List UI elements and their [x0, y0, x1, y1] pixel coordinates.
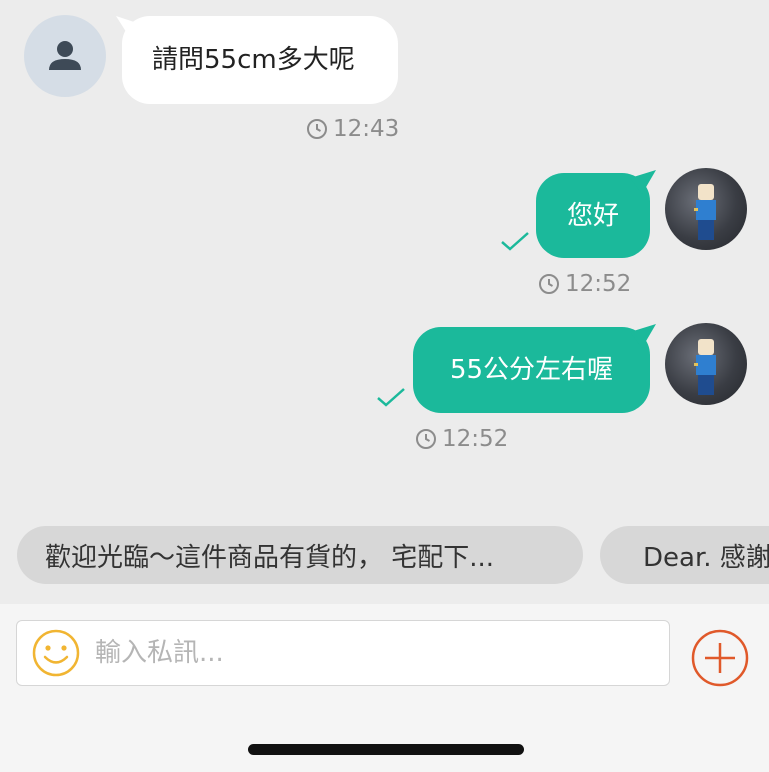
bubble-tail [630, 324, 656, 348]
message-timestamp: 12:43 [306, 116, 399, 142]
emoji-icon[interactable] [31, 628, 81, 678]
figure-icon [694, 339, 716, 395]
clock-icon [307, 119, 327, 139]
bubble-tail [630, 170, 656, 194]
figure-icon [694, 184, 716, 240]
message-bubble-incoming[interactable]: 請問55cm多大呢 [122, 16, 398, 104]
message-bubble-outgoing[interactable]: 55公分左右喔 [413, 327, 650, 413]
message-text: 您好 [566, 200, 619, 231]
message-timestamp: 12:52 [415, 426, 508, 452]
customer-avatar[interactable] [24, 15, 106, 97]
chat-thread: 請問55cm多大呢 12:43 您好 12:52 55公分左右喔 12:52 歡… [0, 0, 769, 600]
message-input[interactable] [93, 637, 657, 669]
quick-reply-chip[interactable]: 歡迎光臨～這件商品有貨的， 宅配下... [17, 526, 583, 584]
seller-avatar[interactable] [665, 323, 747, 405]
bottom-safe-area [0, 702, 769, 772]
clock-icon [416, 429, 436, 449]
message-timestamp: 12:52 [538, 271, 631, 297]
plus-icon[interactable] [690, 628, 750, 688]
seller-avatar[interactable] [665, 168, 747, 250]
home-indicator[interactable] [248, 744, 524, 755]
message-input-container [16, 620, 670, 686]
quick-reply-chip[interactable]: Dear. 感謝 [600, 526, 769, 584]
clock-icon [539, 274, 559, 294]
check-icon [377, 388, 405, 407]
person-icon [49, 41, 81, 70]
message-text: 請問55cm多大呢 [152, 45, 355, 75]
message-composer [0, 604, 769, 702]
check-icon [501, 232, 529, 251]
message-text: 55公分左右喔 [449, 355, 614, 385]
